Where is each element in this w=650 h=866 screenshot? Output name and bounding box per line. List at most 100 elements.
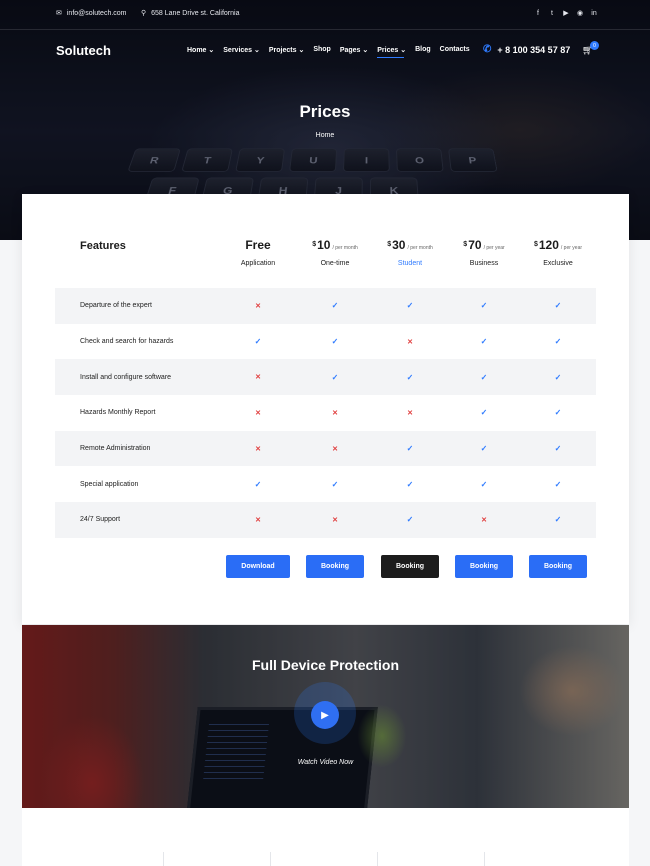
booking-button[interactable]: Booking <box>381 555 439 578</box>
plan-name: One-time <box>320 260 350 267</box>
feature-row: Remote Administration ✕ ✕ ✓ ✓ ✓ <box>55 430 596 467</box>
feature-row: Hazards Monthly Report ✕ ✕ ✕ ✓ ✓ <box>55 395 596 431</box>
feature-label: Departure of the expert <box>80 302 152 310</box>
nav-item-blog[interactable]: Blog <box>415 46 431 54</box>
feature-row: Check and search for hazards ✓ ✓ ✕ ✓ ✓ <box>55 324 596 360</box>
booking-button[interactable]: Booking <box>529 555 587 578</box>
booking-button[interactable]: Booking <box>306 555 364 578</box>
play-icon: ▶ <box>321 709 329 721</box>
feature-label: Special application <box>80 480 139 488</box>
check-icon: ✓ <box>554 301 562 311</box>
cross-icon: ✕ <box>255 516 261 524</box>
plan-price: $10/ per month <box>312 238 358 252</box>
top-bar: ✉ info@solutech.com ⚲ 658 Lane Drive st.… <box>0 0 650 30</box>
plan-price: Free <box>245 238 271 252</box>
youtube-icon[interactable]: ▶ <box>562 9 570 17</box>
address-text: 658 Lane Drive st. California <box>151 9 240 17</box>
feature-row: Install and configure software ✕ ✓ ✓ ✓ ✓ <box>55 359 596 396</box>
plan-name: Student <box>397 260 423 267</box>
feature-label: Hazards Monthly Report <box>80 409 156 417</box>
check-icon: ✓ <box>331 337 339 347</box>
feature-row: Special application ✓ ✓ ✓ ✓ ✓ <box>55 466 596 502</box>
plan-price: $70/ per year <box>463 238 505 252</box>
nav-item-pages[interactable]: Pages ⌄ <box>340 46 368 54</box>
nav-item-prices[interactable]: Prices ⌄ <box>377 46 406 58</box>
plan-price: $120/ per year <box>533 238 583 252</box>
check-icon: ✓ <box>554 337 562 347</box>
video-title: Full Device Protection <box>251 657 400 673</box>
check-icon: ✓ <box>480 301 488 311</box>
address-contact: ⚲ 658 Lane Drive st. California <box>141 9 240 18</box>
plan-header: $10/ per month One-time <box>298 238 372 267</box>
phone-icon: ✆ <box>483 44 492 55</box>
check-icon: ✓ <box>554 444 562 454</box>
feature-rows: Departure of the expert ✕ ✓ ✓ ✓ ✓ Check and se… <box>55 288 596 538</box>
video-section: Full Device Protection ▶ Watch Video Now <box>22 625 629 808</box>
social-links: f t ▶ ◉ in <box>534 9 598 18</box>
feature-row: Departure of the expert ✕ ✓ ✓ ✓ ✓ <box>55 288 596 324</box>
check-icon: ✓ <box>554 408 562 418</box>
plan-header: $120/ per year Exclusive <box>521 238 595 267</box>
email-contact[interactable]: ✉ info@solutech.com <box>56 9 127 18</box>
check-icon: ✓ <box>254 337 262 347</box>
cart-button[interactable]: 🛒︎ 0 <box>582 41 599 56</box>
phone-number: + 8 100 354 57 87 <box>497 44 571 55</box>
cross-icon: ✕ <box>255 409 261 417</box>
breadcrumb-home[interactable]: Home <box>0 132 650 139</box>
check-icon: ✓ <box>554 479 562 489</box>
cross-icon: ✕ <box>332 409 338 417</box>
check-icon: ✓ <box>480 408 488 418</box>
check-icon: ✓ <box>406 444 414 454</box>
mail-icon: ✉ <box>56 10 62 17</box>
feature-label: Check and search for hazards <box>80 338 174 346</box>
phone-contact[interactable]: ✆ + 8 100 354 57 87 <box>483 44 570 55</box>
check-icon: ✓ <box>480 444 488 454</box>
cross-icon: ✕ <box>332 445 338 453</box>
cross-icon: ✕ <box>255 445 261 453</box>
cross-icon: ✕ <box>255 302 261 310</box>
nav-item-services[interactable]: Services ⌄ <box>223 46 260 54</box>
check-icon: ✓ <box>554 515 562 525</box>
check-icon: ✓ <box>480 337 488 347</box>
plan-header: $30/ per month Student <box>373 238 447 267</box>
cross-icon: ✕ <box>407 409 413 417</box>
feature-label: Install and configure software <box>80 373 172 381</box>
check-icon: ✓ <box>406 372 414 382</box>
booking-button[interactable]: Booking <box>455 555 513 578</box>
plan-header: Free Application <box>221 238 295 267</box>
feature-row: 24/7 Support ✕ ✕ ✓ ✕ ✓ <box>55 502 596 538</box>
nav-item-shop[interactable]: Shop <box>313 46 331 54</box>
check-icon: ✓ <box>406 515 414 525</box>
play-button[interactable]: ▶ <box>311 701 339 729</box>
watch-video-link[interactable]: Watch Video Now <box>22 759 629 766</box>
nav-item-home[interactable]: Home ⌄ <box>187 46 214 54</box>
check-icon: ✓ <box>331 301 339 311</box>
main-navbar: Solutech Home ⌄ Services ⌄ Projects ⌄ Shop P… <box>0 30 650 70</box>
check-icon: ✓ <box>554 372 562 382</box>
feature-label: Remote Administration <box>80 445 151 453</box>
email-text: info@solutech.com <box>66 9 127 17</box>
plan-header: $70/ per year Business <box>447 238 521 267</box>
cart-count-badge: 0 <box>590 41 599 50</box>
location-pin-icon: ⚲ <box>141 10 147 17</box>
check-icon: ✓ <box>254 479 262 489</box>
features-heading: Features <box>80 240 126 252</box>
check-icon: ✓ <box>406 301 414 311</box>
plan-price: $30/ per month <box>387 238 433 252</box>
download-button[interactable]: Download <box>226 555 290 578</box>
nav-menu: Home ⌄ Services ⌄ Projects ⌄ Shop Pages ⌄ Pri… <box>187 46 479 58</box>
cross-icon: ✕ <box>332 516 338 524</box>
nav-item-contacts[interactable]: Contacts <box>440 46 470 54</box>
plan-name: Application <box>240 260 276 267</box>
github-icon[interactable]: ◉ <box>576 9 584 17</box>
linkedin-icon[interactable]: in <box>590 9 598 17</box>
plan-name: Business <box>469 260 499 267</box>
nav-item-projects[interactable]: Projects ⌄ <box>269 46 304 54</box>
check-icon: ✓ <box>331 372 339 382</box>
facebook-icon[interactable]: f <box>534 9 542 17</box>
site-logo[interactable]: Solutech <box>56 43 111 58</box>
twitter-icon[interactable]: t <box>548 9 556 17</box>
check-icon: ✓ <box>406 479 414 489</box>
cross-icon: ✕ <box>407 338 413 346</box>
check-icon: ✓ <box>331 479 339 489</box>
